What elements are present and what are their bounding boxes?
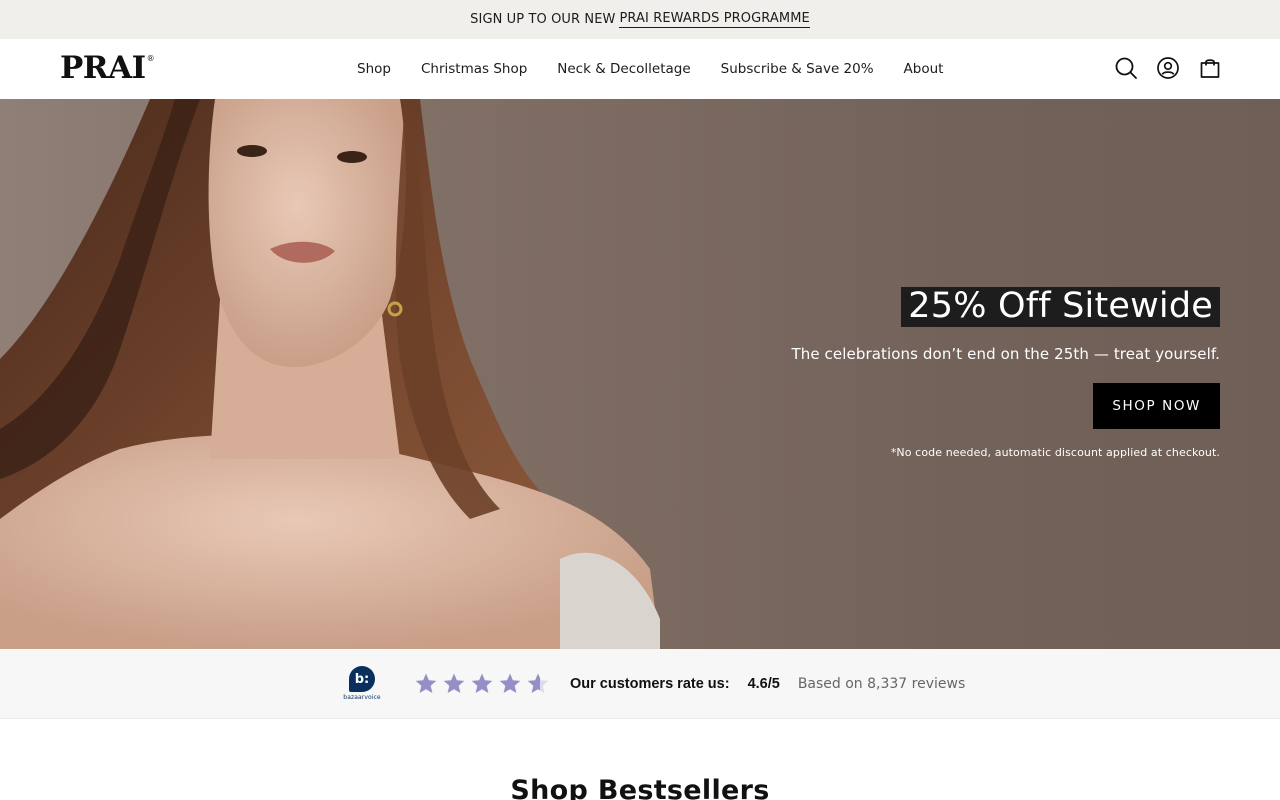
hero-title: 25% Off Sitewide [901, 287, 1220, 327]
announcement-bar: SIGN UP TO OUR NEW PRAI REWARDS PROGRAMM… [0, 0, 1280, 39]
star-icon [499, 673, 521, 693]
announcement-text: SIGN UP TO OUR NEW [470, 12, 616, 27]
account-icon[interactable] [1156, 56, 1180, 80]
search-icon[interactable] [1114, 56, 1138, 80]
bestsellers-heading: Shop Bestsellers [510, 775, 770, 800]
hero-subtitle: The celebrations don’t end on the 25th —… [791, 345, 1220, 363]
star-icon [471, 673, 493, 693]
rating-review-count[interactable]: Based on 8,337 reviews [798, 676, 965, 692]
bazaarvoice-wordmark: bazaarvoice [343, 694, 381, 701]
star-icon [527, 673, 549, 693]
hero-content: 25% Off Sitewide The celebrations don’t … [700, 287, 1220, 459]
nav-item-shop[interactable]: Shop [342, 61, 406, 77]
hero-banner: 25% Off Sitewide The celebrations don’t … [0, 99, 1280, 649]
rewards-programme-link[interactable]: PRAI REWARDS PROGRAMME [619, 11, 810, 28]
logo-wordmark: PRAI [60, 50, 146, 86]
bazaarvoice-logo: b: bazaarvoice [340, 666, 384, 702]
nav-item-neck-decolletage[interactable]: Neck & Decolletage [542, 61, 705, 77]
rating-stars [414, 672, 550, 696]
header-icons [1114, 56, 1222, 80]
rating-label: Our customers rate us: [570, 676, 730, 692]
site-header: PRAI ® Shop Christmas Shop Neck & Decoll… [0, 39, 1280, 99]
nav-item-about[interactable]: About [889, 61, 959, 77]
prai-logo[interactable]: PRAI ® [60, 51, 155, 87]
nav-item-christmas-shop[interactable]: Christmas Shop [406, 61, 542, 77]
reviews-summary: b: bazaarvoice Our customers rate us: 4.… [340, 662, 965, 706]
nav-item-subscribe-save[interactable]: Subscribe & Save 20% [706, 61, 889, 77]
shop-now-button[interactable]: SHOP NOW [1093, 383, 1220, 429]
main-nav: Shop Christmas Shop Neck & Decolletage S… [342, 39, 958, 99]
star-icon [415, 673, 437, 693]
bazaarvoice-mark: b: [349, 666, 375, 692]
rating-score: 4.6/5 [747, 676, 780, 692]
reviews-bar: b: bazaarvoice Our customers rate us: 4.… [0, 649, 1280, 719]
hero-discount-note: *No code needed, automatic discount appl… [890, 446, 1220, 459]
bag-icon[interactable] [1198, 56, 1222, 80]
logo-registered-mark: ® [146, 54, 155, 63]
star-icon [443, 673, 465, 693]
